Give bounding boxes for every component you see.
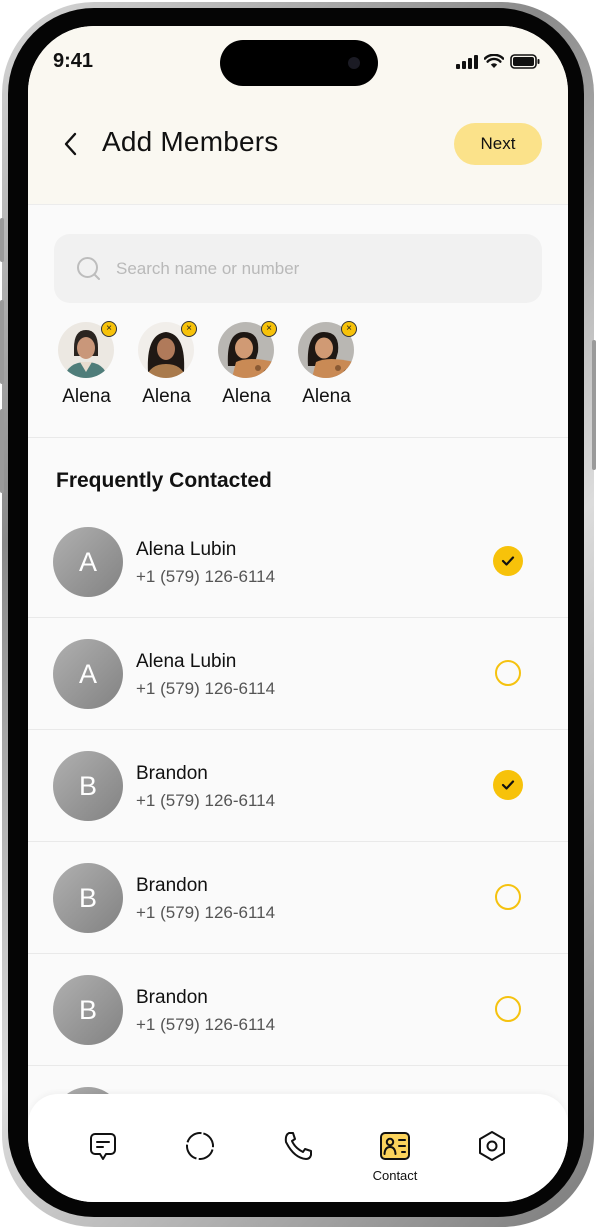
contact-phone: +1 (579) 126-6114 xyxy=(136,567,276,586)
checkmark-icon xyxy=(501,780,515,790)
page-title: Add Members xyxy=(102,126,279,157)
contact-row[interactable]: A Alena Lubin +1 (579) 126-6114 xyxy=(28,618,568,730)
contact-card-icon xyxy=(380,1132,410,1160)
member-name: Alena xyxy=(302,386,351,407)
signal-icon xyxy=(456,54,478,69)
contact-row[interactable]: B Brandon +1 (579) 126-6114 xyxy=(28,730,568,842)
contact-avatar: A xyxy=(53,639,123,709)
chat-bubble-icon xyxy=(90,1133,116,1160)
battery-icon xyxy=(510,54,540,69)
back-button[interactable] xyxy=(56,126,86,162)
tab-bar: Contact xyxy=(28,1094,568,1202)
settings-hexagon-icon xyxy=(479,1131,505,1161)
selected-member-chip[interactable]: × Alena xyxy=(298,321,357,408)
screen: 9:41 Add Members Next × Alena × Alena xyxy=(28,26,568,1202)
selected-member-chip[interactable]: × Alena xyxy=(218,321,277,408)
contact-avatar: A xyxy=(53,527,123,597)
contact-list: A Alena Lubin +1 (579) 126-6114 A Alena … xyxy=(28,506,568,1177)
selected-checkbox[interactable] xyxy=(493,770,523,800)
status-circle-icon xyxy=(186,1132,214,1160)
contact-name: Brandon xyxy=(136,763,208,784)
tab-label: Contact xyxy=(372,1168,418,1183)
contact-phone: +1 (579) 126-6114 xyxy=(136,791,276,810)
contact-avatar: B xyxy=(53,863,123,933)
wifi-icon xyxy=(484,54,504,68)
contact-row[interactable]: A Alena Lubin +1 (579) 126-6114 xyxy=(28,506,568,618)
tab-status[interactable] xyxy=(160,1094,240,1202)
status-icons xyxy=(456,54,540,69)
tab-chats[interactable] xyxy=(63,1094,143,1202)
contact-row[interactable]: B Brandon +1 (579) 126-6114 xyxy=(28,954,568,1066)
selected-member-chip[interactable]: × Alena xyxy=(138,321,197,408)
chevron-left-icon xyxy=(64,132,77,156)
member-name: Alena xyxy=(222,386,271,407)
volume-down-button xyxy=(0,409,4,493)
selected-members: × Alena × Alena × Alena × Alena xyxy=(58,321,357,408)
phone-icon xyxy=(284,1132,312,1160)
section-title: Frequently Contacted xyxy=(56,469,272,492)
contact-name: Brandon xyxy=(136,875,208,896)
remove-member-icon[interactable]: × xyxy=(341,321,357,337)
contact-avatar: B xyxy=(53,975,123,1045)
next-button[interactable]: Next xyxy=(454,123,542,165)
select-checkbox[interactable] xyxy=(495,660,521,686)
tab-settings[interactable] xyxy=(452,1094,532,1202)
remove-member-icon[interactable]: × xyxy=(101,321,117,337)
contact-phone: +1 (579) 126-6114 xyxy=(136,679,276,698)
tab-contact[interactable]: Contact xyxy=(355,1094,435,1202)
divider xyxy=(28,437,568,438)
dynamic-island xyxy=(220,40,378,86)
power-button xyxy=(592,340,596,470)
selected-member-chip[interactable]: × Alena xyxy=(58,321,117,408)
contact-phone: +1 (579) 126-6114 xyxy=(136,1015,276,1034)
contact-phone: +1 (579) 126-6114 xyxy=(136,903,276,922)
camera-icon xyxy=(348,57,360,69)
contact-avatar: B xyxy=(53,751,123,821)
select-checkbox[interactable] xyxy=(495,996,521,1022)
contact-name: Alena Lubin xyxy=(136,651,237,672)
remove-member-icon[interactable]: × xyxy=(181,321,197,337)
member-name: Alena xyxy=(142,386,191,407)
search-input[interactable] xyxy=(114,257,498,280)
volume-up-button xyxy=(0,300,4,384)
tab-calls[interactable] xyxy=(258,1094,338,1202)
checkmark-icon xyxy=(501,556,515,566)
search-icon xyxy=(77,256,100,280)
action-button xyxy=(0,218,4,262)
status-time: 9:41 xyxy=(53,50,94,72)
contact-name: Alena Lubin xyxy=(136,539,237,560)
remove-member-icon[interactable]: × xyxy=(261,321,277,337)
member-name: Alena xyxy=(62,386,111,407)
search-bar[interactable] xyxy=(54,234,542,303)
select-checkbox[interactable] xyxy=(495,884,521,910)
contact-name: Brandon xyxy=(136,987,208,1008)
selected-checkbox[interactable] xyxy=(493,546,523,576)
contact-row[interactable]: B Brandon +1 (579) 126-6114 xyxy=(28,842,568,954)
